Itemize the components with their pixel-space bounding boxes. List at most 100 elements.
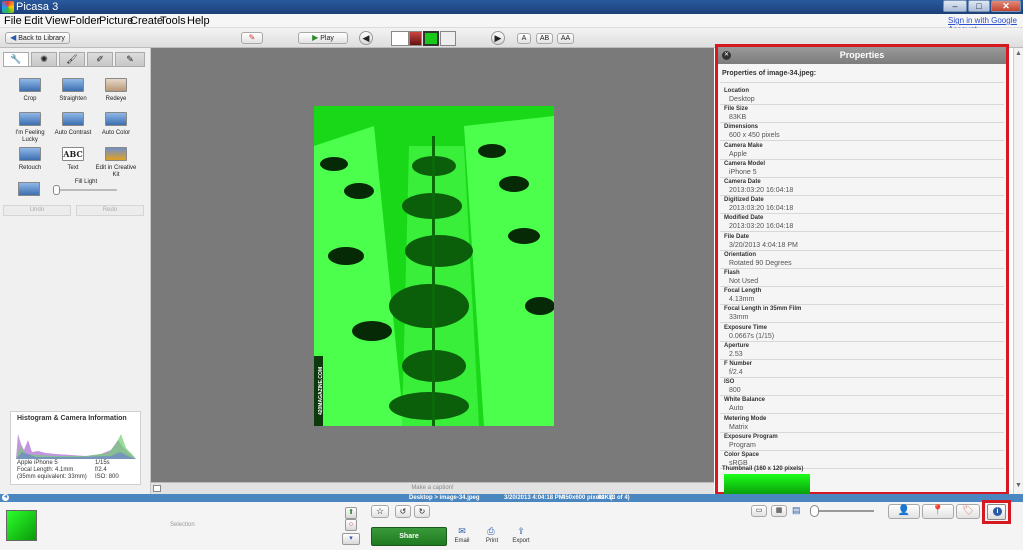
property-row: ISO 800 <box>720 378 1004 397</box>
redeye-label: Redeye <box>105 96 127 102</box>
clear-button[interactable]: ○ <box>345 519 357 531</box>
focal-35mm-text: (35mm equivalent: 33mm) <box>17 474 87 480</box>
email-label[interactable]: Email <box>450 538 474 544</box>
tab-basic-fixes[interactable]: 🔧 <box>3 52 29 66</box>
fill-light-slider-handle[interactable] <box>53 185 60 195</box>
property-key: White Balance <box>724 397 766 404</box>
properties-toggle-button[interactable]: i <box>987 504 1006 520</box>
right-scrollbar[interactable]: ▲ ▼ <box>1013 48 1023 494</box>
view-single-button[interactable]: ▭ <box>751 505 767 517</box>
menu-view[interactable]: View <box>45 15 69 27</box>
feeling-lucky-tool[interactable]: I'm Feeling Lucky <box>7 112 53 144</box>
rotate-left-button[interactable]: ↺ <box>395 505 411 518</box>
filmstrip-thumb-current[interactable] <box>423 31 439 46</box>
property-value: Program <box>729 441 756 449</box>
menu-edit[interactable]: Edit <box>24 15 43 27</box>
next-image-button[interactable]: ▶ <box>491 31 505 45</box>
camera-info-right: 1/15s f/2.4 ISO: 800 <box>95 460 119 481</box>
text-size-small-button[interactable]: A <box>517 33 531 44</box>
hold-button[interactable]: ⬆ <box>345 507 357 519</box>
straighten-tool[interactable]: Straighten <box>50 78 96 103</box>
tools-button[interactable]: ✎ <box>241 32 263 44</box>
places-button[interactable]: 📍 <box>922 504 954 519</box>
property-row: File Date 3/20/2013 4:04:18 PM <box>720 233 1004 251</box>
print-label[interactable]: Print <box>480 538 504 544</box>
filmstrip-thumb-2[interactable] <box>409 31 422 46</box>
print-icon[interactable]: ⎙ <box>484 526 498 537</box>
rotate-right-button[interactable]: ↻ <box>414 505 430 518</box>
menu-folder[interactable]: Folder <box>69 15 100 27</box>
property-key: Orientation <box>724 251 757 258</box>
picasa-logo-icon <box>2 1 14 13</box>
email-icon[interactable]: ✉ <box>455 526 469 537</box>
redo-button[interactable]: Redo <box>76 205 144 216</box>
menu-create[interactable]: Create <box>130 15 163 27</box>
menu-tools[interactable]: Tools <box>160 15 186 27</box>
add-to-album-button[interactable]: ▾ <box>342 533 360 545</box>
auto-contrast-tool[interactable]: Auto Contrast <box>50 112 96 137</box>
zoom-slider-handle[interactable] <box>810 505 819 517</box>
property-value: f/2.4 <box>729 369 743 376</box>
rotate-left-icon: ↺ <box>399 507 407 516</box>
menu-help[interactable]: Help <box>187 15 210 27</box>
tab-artistic[interactable]: ✎ <box>115 52 145 66</box>
export-label[interactable]: Export <box>509 538 533 544</box>
pin-green-icon: ⬆ <box>348 509 354 516</box>
fill-light-slider-track[interactable] <box>55 189 117 191</box>
maximize-button[interactable]: □ <box>968 0 990 12</box>
menu-bar: File Edit View Folder Picture Create Too… <box>0 14 1023 34</box>
people-button[interactable]: 👤 <box>888 504 920 519</box>
tab-effects[interactable]: 🖌 <box>59 52 85 66</box>
menu-file[interactable]: File <box>4 15 22 27</box>
close-button[interactable]: ✕ <box>991 0 1021 12</box>
share-button[interactable]: Share <box>371 527 447 546</box>
menu-picture[interactable]: Picture <box>99 15 133 27</box>
brush-icon: 🖌 <box>66 54 78 64</box>
zoom-slider-track[interactable] <box>812 510 874 512</box>
property-value: Apple <box>729 150 747 158</box>
status-collapse-icon[interactable]: ◂ <box>2 494 9 501</box>
scroll-down-icon[interactable]: ▼ <box>1015 482 1022 489</box>
property-value: 2.53 <box>729 350 743 358</box>
lucky-icon <box>19 112 41 126</box>
redeye-tool[interactable]: Redeye <box>93 78 139 103</box>
filmstrip-thumb-4[interactable] <box>440 31 456 46</box>
export-icon[interactable]: ⇪ <box>514 526 528 537</box>
thumbnail-label: Thumbnail (160 x 120 pixels) <box>722 466 804 472</box>
minimize-button[interactable]: – <box>943 0 967 12</box>
tab-tuning[interactable]: ✺ <box>31 52 57 66</box>
straighten-icon <box>62 78 84 92</box>
retouch-tool[interactable]: Retouch <box>7 147 53 172</box>
auto-color-tool[interactable]: Auto Color <box>93 112 139 137</box>
creative-kit-tool[interactable]: Edit in Creative Kit <box>93 147 139 179</box>
property-value: Matrix <box>729 423 749 431</box>
property-row: File Size 83KB <box>720 105 1004 124</box>
filmstrip-thumb-1[interactable] <box>391 31 409 46</box>
tab-more-effects[interactable]: ✐ <box>87 52 113 66</box>
person-icon: 👤 <box>897 505 911 516</box>
retouch-icon <box>19 147 41 161</box>
caption-toggle-icon[interactable] <box>153 485 161 492</box>
previous-image-button[interactable]: ◀ <box>359 31 373 45</box>
property-key: Dimensions <box>724 124 759 131</box>
text-size-medium-button[interactable]: AB <box>536 33 553 44</box>
crop-tool[interactable]: Crop <box>7 78 53 103</box>
selected-photo-thumb[interactable] <box>6 510 37 541</box>
property-value: Not Used <box>729 278 759 285</box>
tags-button[interactable]: 🏷 <box>956 504 980 519</box>
back-to-library-button[interactable]: ◀ Back to Library <box>5 32 70 44</box>
caption-bar[interactable]: Make a caption! <box>151 482 714 494</box>
star-button[interactable]: ☆ <box>371 505 389 518</box>
scroll-up-icon[interactable]: ▲ <box>1015 50 1022 57</box>
text-tool[interactable]: ABC Text <box>50 147 96 172</box>
property-row: Focal Length in 35mm Film 33mm <box>720 305 1004 324</box>
undo-button[interactable]: Undo <box>3 205 71 216</box>
view-grid-button[interactable]: ▦ <box>771 505 787 517</box>
focal-length-text: Focal Length: 4.1mm <box>17 467 74 473</box>
photo-image[interactable]: 420MAGAZINE.COM <box>314 106 554 426</box>
play-button[interactable]: ▶ Play <box>298 32 348 44</box>
properties-close-button[interactable]: ✕ <box>722 51 731 60</box>
slideshow-icon[interactable]: ▤ <box>792 505 808 517</box>
rotate-right-icon: ↻ <box>418 507 426 516</box>
text-size-large-button[interactable]: AA <box>557 33 574 44</box>
